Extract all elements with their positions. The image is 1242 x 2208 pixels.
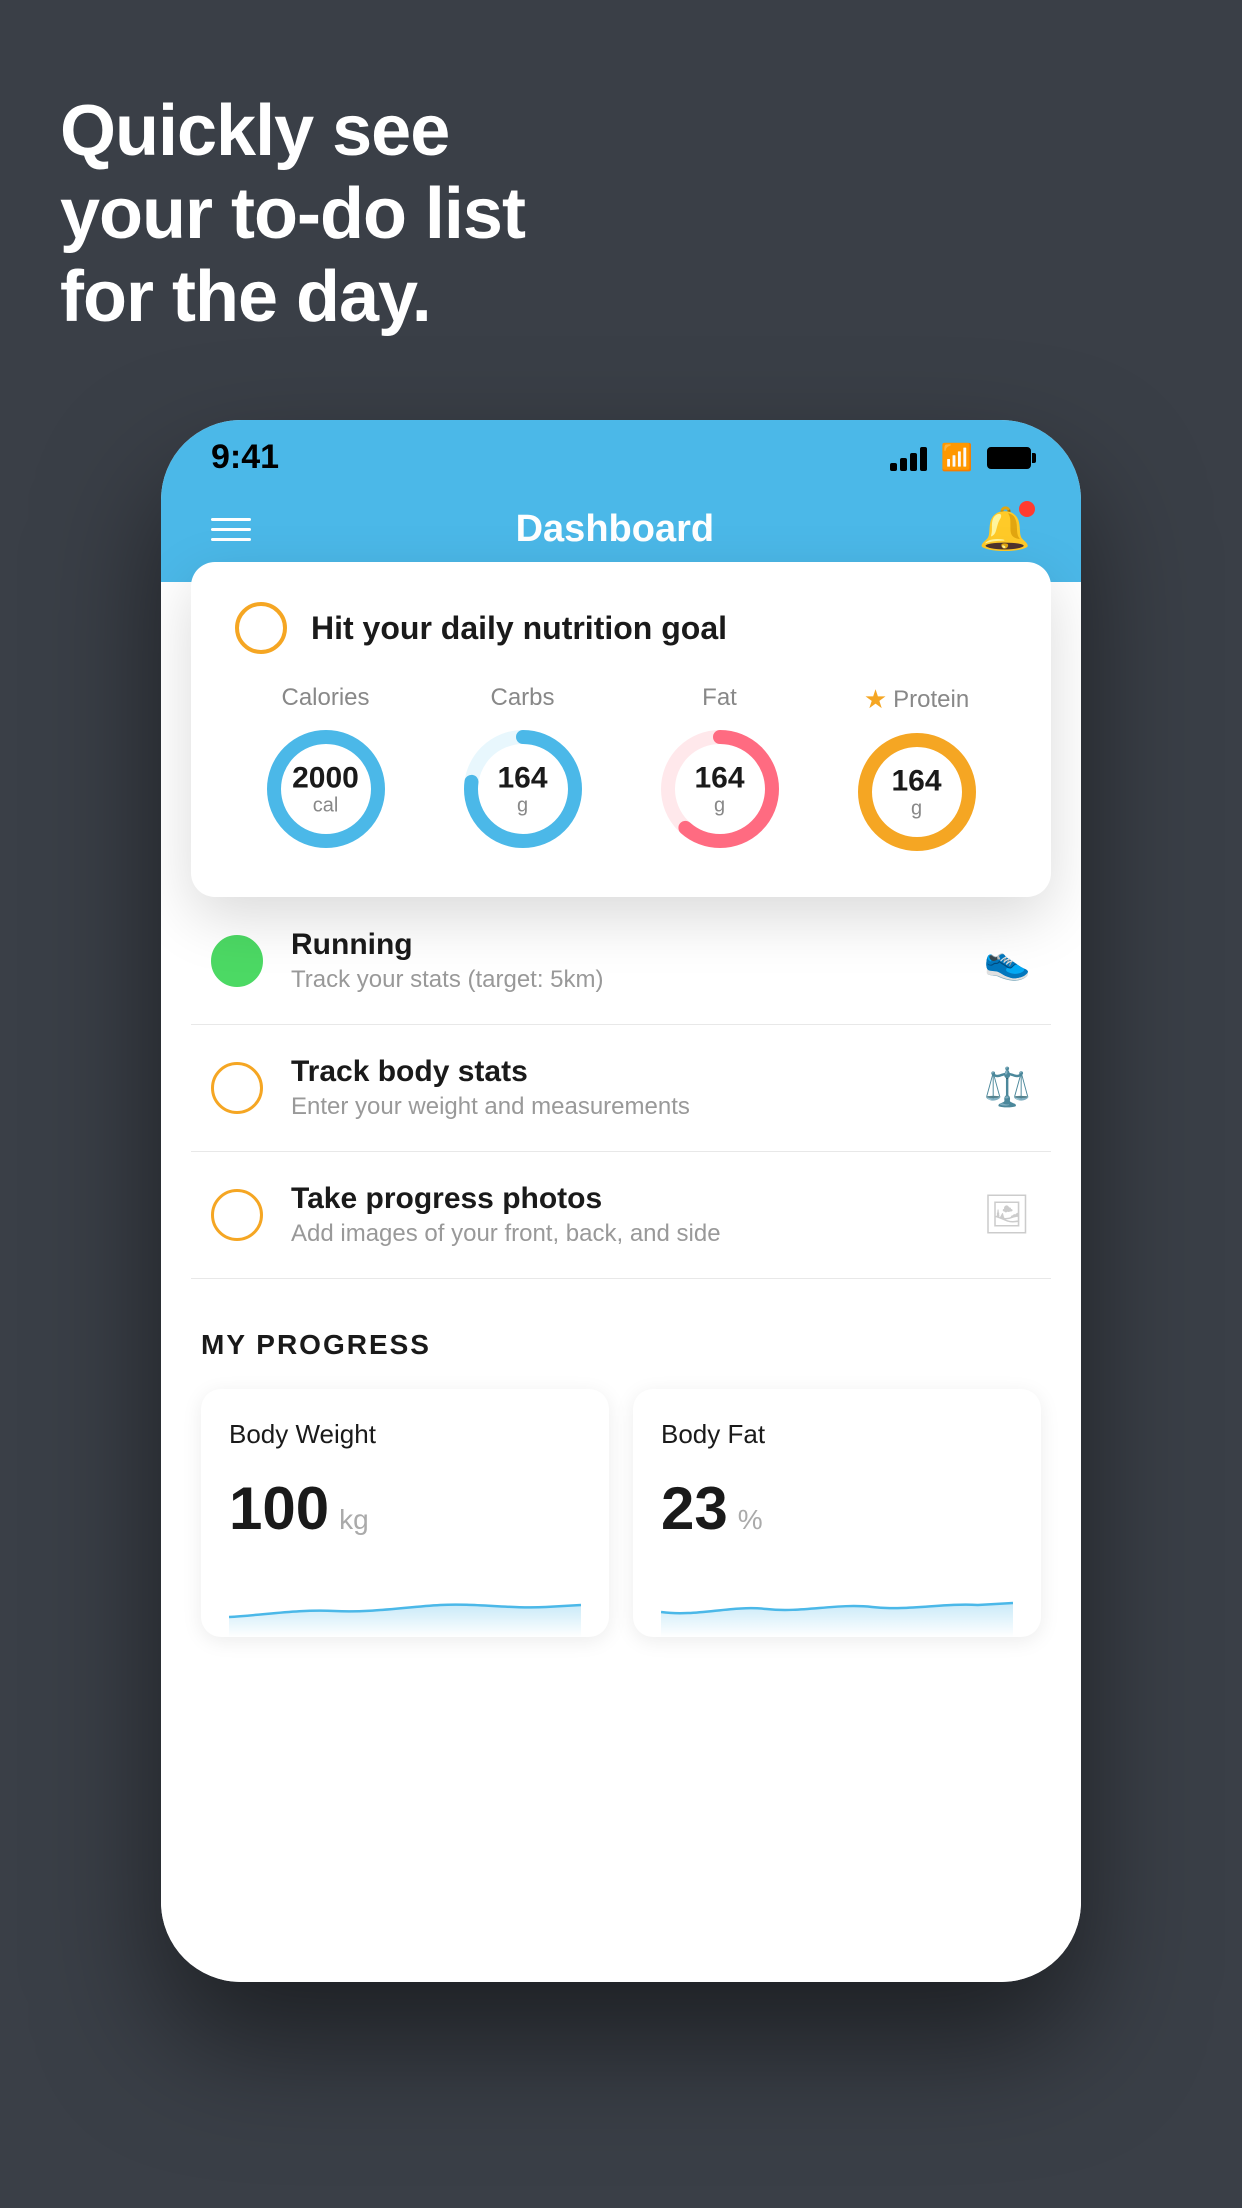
protein-label-wrapper: ★ Protein [864, 684, 969, 715]
calories-value: 2000 [292, 762, 359, 795]
carbs-circle-item: Carbs 164 g [458, 684, 588, 854]
nutrition-title: Hit your daily nutrition goal [311, 610, 727, 647]
fat-donut: 164 g [655, 724, 785, 854]
todo-item-running[interactable]: Running Track your stats (target: 5km) 👟 [191, 898, 1051, 1025]
status-time: 9:41 [211, 438, 279, 477]
body-fat-value-row: 23 % [661, 1474, 1013, 1543]
photos-text: Take progress photos Add images of your … [291, 1182, 955, 1248]
fat-circle-item: Fat 164 g [655, 684, 785, 854]
fat-value: 164 [694, 762, 744, 795]
app-content: THINGS TO DO TODAY Hit your daily nutrit… [161, 582, 1081, 1982]
status-icons: 📶 [890, 442, 1031, 473]
running-name: Running [291, 928, 956, 962]
running-text: Running Track your stats (target: 5km) [291, 928, 956, 994]
fat-label: Fat [702, 684, 737, 712]
hamburger-menu-icon[interactable] [211, 518, 251, 541]
fat-unit: g [694, 795, 744, 817]
photos-name: Take progress photos [291, 1182, 955, 1216]
nutrition-card: Hit your daily nutrition goal Calories [191, 562, 1051, 897]
todo-item-photos[interactable]: Take progress photos Add images of your … [191, 1152, 1051, 1279]
progress-title: MY PROGRESS [201, 1329, 1041, 1361]
photos-desc: Add images of your front, back, and side [291, 1220, 955, 1248]
carbs-value: 164 [497, 762, 547, 795]
body-fat-card: Body Fat 23 % [633, 1389, 1041, 1637]
headline-line3: for the day. [60, 256, 525, 339]
phone-wrapper: 9:41 📶 [161, 420, 1081, 1982]
protein-value: 164 [891, 765, 941, 798]
nutrition-circles: Calories 2000 cal [235, 684, 1007, 857]
carbs-label: Carbs [490, 684, 554, 712]
carbs-donut: 164 g [458, 724, 588, 854]
calories-donut: 2000 cal [261, 724, 391, 854]
headline-line1: Quickly see [60, 90, 525, 173]
body-stats-desc: Enter your weight and measurements [291, 1093, 956, 1121]
body-fat-title: Body Fat [661, 1419, 1013, 1450]
app-title: Dashboard [516, 508, 714, 551]
carbs-unit: g [497, 795, 547, 817]
body-fat-num: 23 [661, 1474, 728, 1543]
notification-bell-button[interactable]: 🔔 [979, 505, 1031, 554]
wifi-icon: 📶 [941, 442, 973, 473]
body-stats-name: Track body stats [291, 1055, 956, 1089]
star-icon: ★ [864, 684, 887, 715]
progress-section: MY PROGRESS Body Weight 100 kg [161, 1279, 1081, 1677]
body-weight-num: 100 [229, 1474, 329, 1543]
body-weight-unit: kg [339, 1504, 369, 1536]
photos-check-circle[interactable] [211, 1189, 263, 1241]
body-weight-chart [229, 1567, 581, 1637]
todo-item-body-stats[interactable]: Track body stats Enter your weight and m… [191, 1025, 1051, 1152]
running-check-circle[interactable] [211, 935, 263, 987]
notification-dot [1019, 501, 1035, 517]
todo-list: Running Track your stats (target: 5km) 👟… [161, 898, 1081, 1279]
phone: 9:41 📶 [161, 420, 1081, 1982]
photo-icon: 🖼 [983, 1193, 1031, 1237]
body-weight-title: Body Weight [229, 1419, 581, 1450]
progress-cards: Body Weight 100 kg [201, 1389, 1041, 1637]
headline: Quickly see your to-do list for the day. [60, 90, 525, 338]
running-desc: Track your stats (target: 5km) [291, 966, 956, 994]
calories-unit: cal [292, 795, 359, 817]
protein-label: Protein [893, 686, 969, 714]
body-stats-text: Track body stats Enter your weight and m… [291, 1055, 956, 1121]
battery-icon [987, 447, 1031, 469]
shoe-icon: 👟 [984, 939, 1031, 983]
body-fat-chart [661, 1567, 1013, 1637]
body-weight-card: Body Weight 100 kg [201, 1389, 609, 1637]
body-fat-unit: % [738, 1504, 763, 1536]
protein-unit: g [891, 798, 941, 820]
nutrition-card-header: Hit your daily nutrition goal [235, 602, 1007, 654]
body-weight-value-row: 100 kg [229, 1474, 581, 1543]
headline-line2: your to-do list [60, 173, 525, 256]
body-stats-check-circle[interactable] [211, 1062, 263, 1114]
protein-circle-item: ★ Protein 164 g [852, 684, 982, 857]
calories-circle-item: Calories 2000 cal [261, 684, 391, 854]
signal-icon [890, 445, 927, 471]
protein-donut: 164 g [852, 727, 982, 857]
nutrition-check-circle[interactable] [235, 602, 287, 654]
calories-label: Calories [281, 684, 369, 712]
scale-icon: ⚖️ [984, 1066, 1031, 1110]
status-bar: 9:41 📶 [161, 420, 1081, 485]
